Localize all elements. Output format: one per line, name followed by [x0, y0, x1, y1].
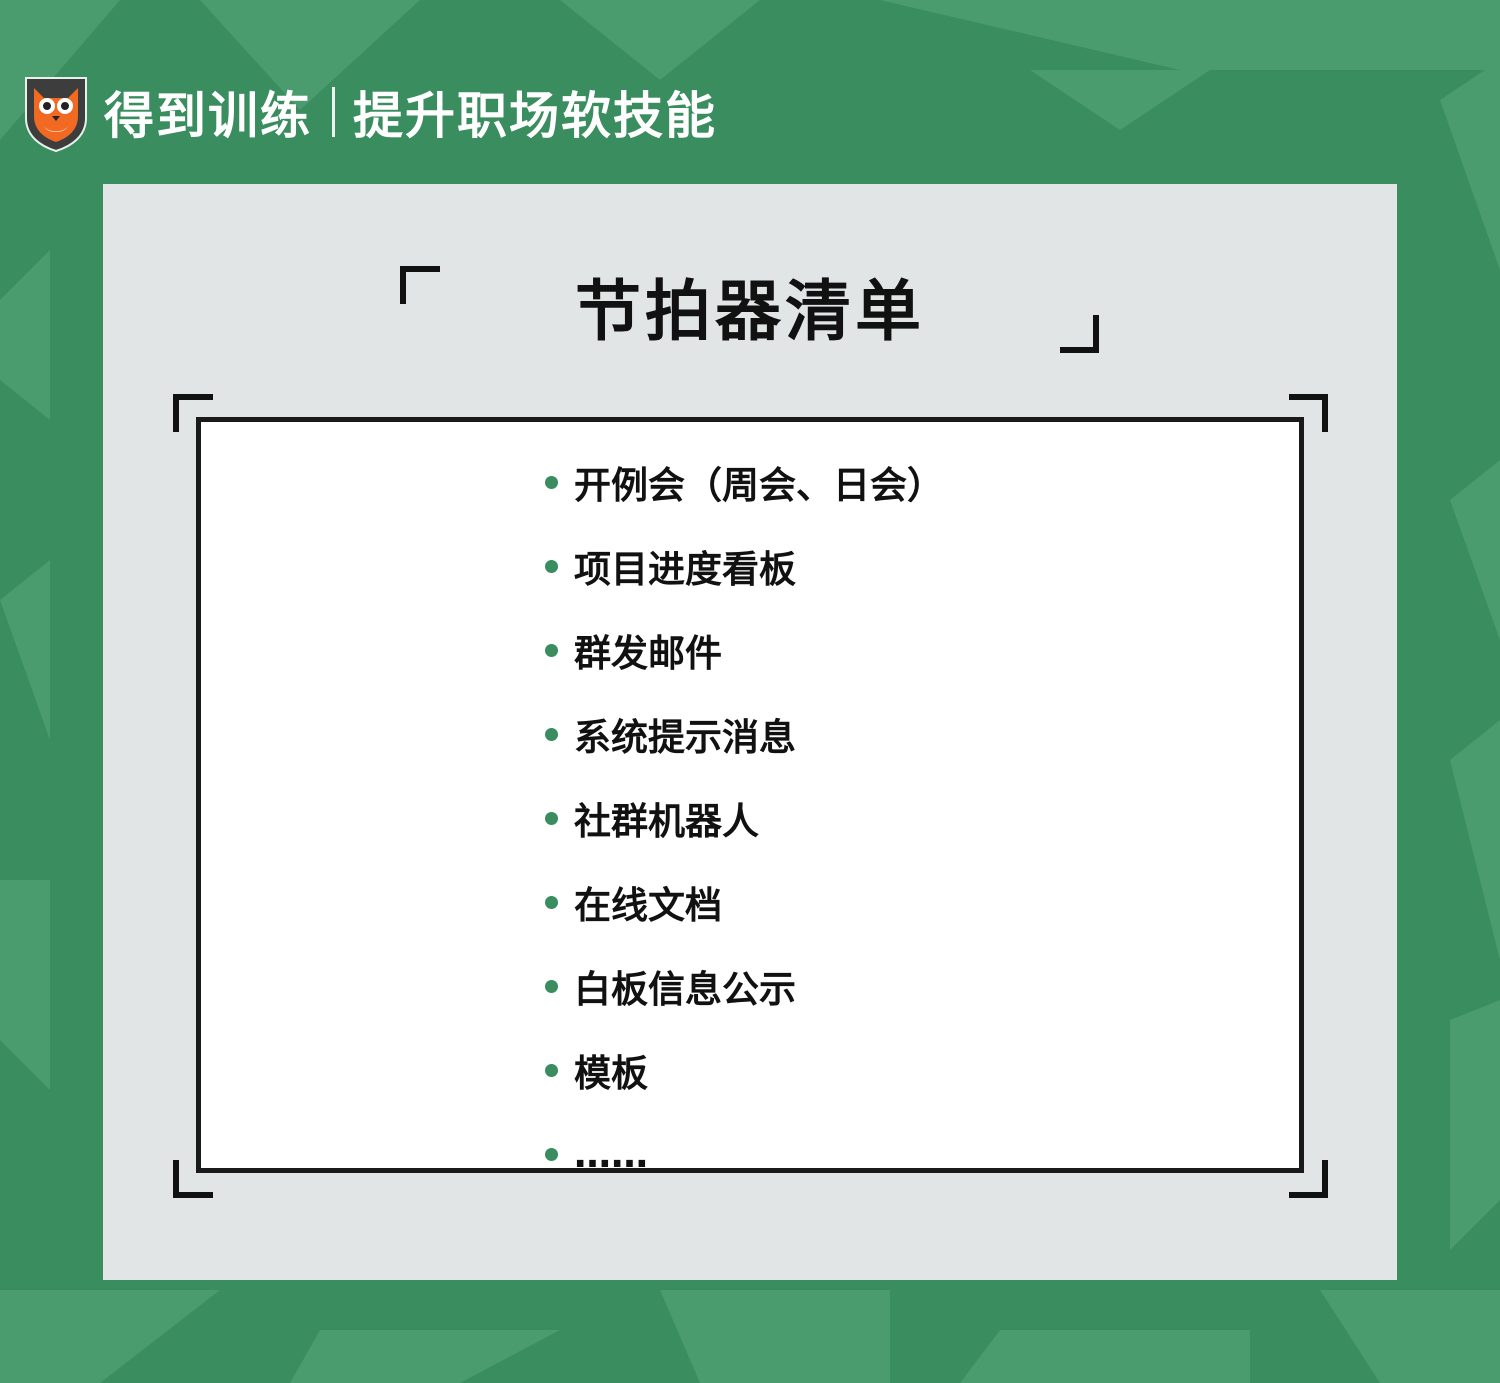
checklist: 开例会（周会、日会） 项目进度看板 群发邮件 系统提示消息 社群机器人 在线文档…: [545, 440, 944, 1196]
card-corner-top-left: [173, 394, 213, 432]
bullet-icon: [545, 727, 558, 741]
list-item-label: 项目进度看板: [574, 548, 796, 591]
list-item: 系统提示消息: [545, 692, 944, 776]
list-item: 白板信息公示: [545, 944, 944, 1028]
list-item-label: 系统提示消息: [574, 716, 796, 759]
list-item-label: 模板: [574, 1052, 648, 1095]
bullet-icon: [545, 643, 558, 657]
list-item-label: ……: [574, 1132, 648, 1176]
list-item: 开例会（周会、日会）: [545, 440, 944, 524]
list-item: 社群机器人: [545, 776, 944, 860]
list-item-label: 开例会（周会、日会）: [574, 464, 944, 507]
list-item: 在线文档: [545, 860, 944, 944]
bullet-icon: [545, 475, 558, 489]
brand-tagline: 提升职场软技能: [353, 87, 717, 145]
bullet-icon: [545, 1063, 558, 1077]
card-corner-top-right: [1289, 394, 1328, 432]
bullet-icon: [545, 1147, 558, 1161]
brand-header: 得到训练 提升职场软技能: [22, 72, 717, 152]
page-title: 节拍器清单: [575, 272, 925, 350]
bullet-icon: [545, 811, 558, 825]
bullet-icon: [545, 895, 558, 909]
list-item-label: 群发邮件: [574, 632, 722, 675]
brand-name: 得到训练: [104, 87, 312, 145]
header-divider: [332, 87, 335, 137]
list-item: 项目进度看板: [545, 524, 944, 608]
list-item: 模板: [545, 1028, 944, 1112]
list-item: ……: [545, 1112, 944, 1196]
list-item-label: 在线文档: [574, 884, 722, 927]
list-item-label: 白板信息公示: [574, 968, 796, 1011]
bullet-icon: [545, 559, 558, 573]
list-item: 群发邮件: [545, 608, 944, 692]
owl-logo-icon: [25, 77, 87, 152]
bullet-icon: [545, 979, 558, 993]
card-corner-bottom-left: [173, 1160, 213, 1198]
card-corner-bottom-right: [1289, 1160, 1328, 1198]
list-item-label: 社群机器人: [574, 800, 759, 843]
